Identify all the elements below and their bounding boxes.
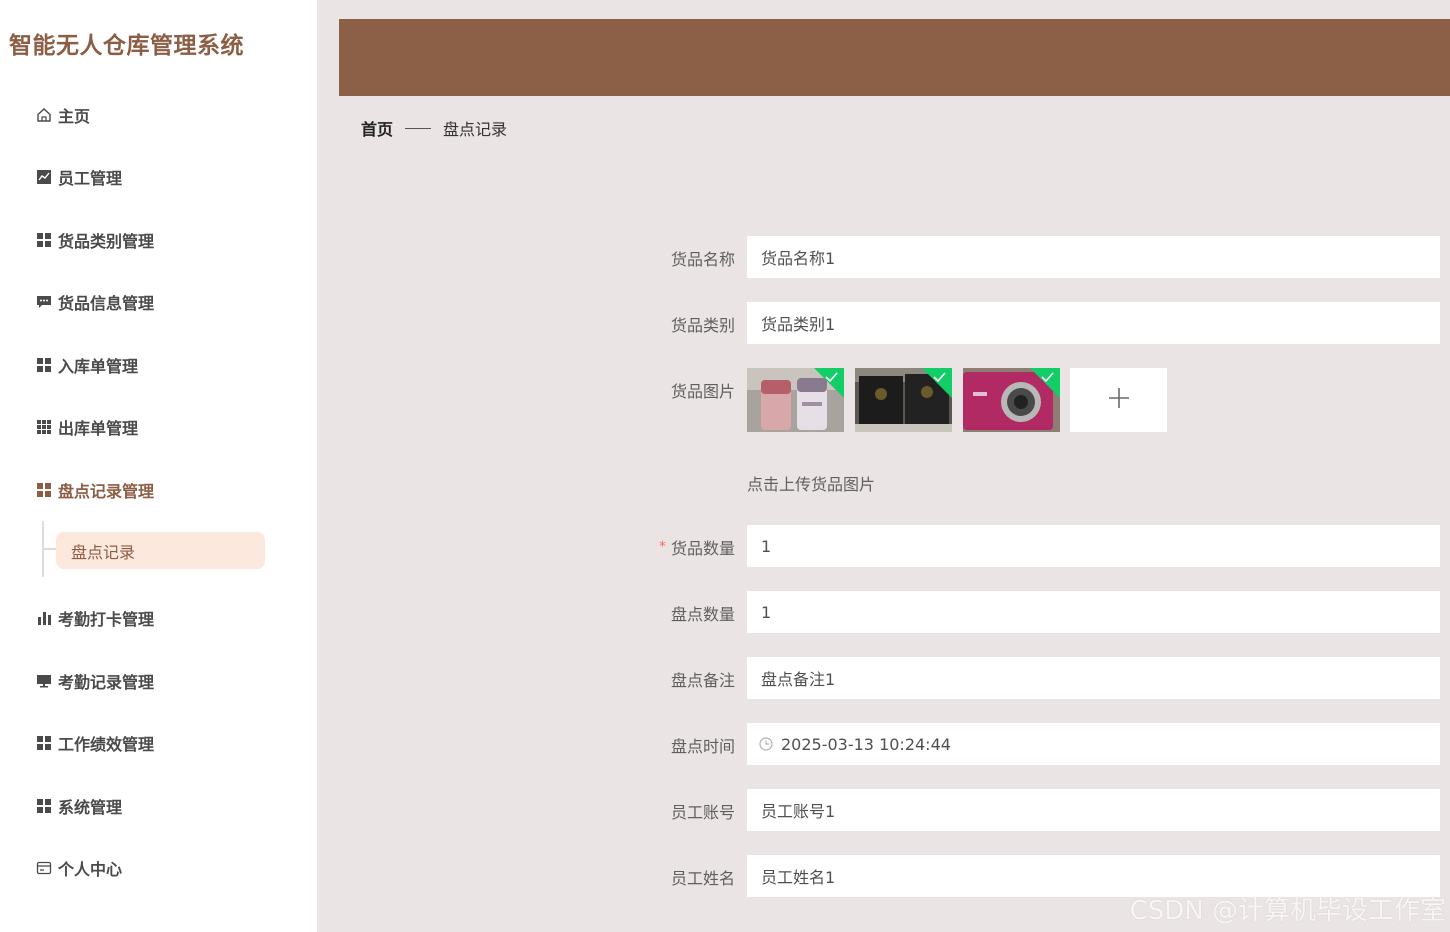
image-upload-button[interactable] xyxy=(1070,368,1167,432)
goods-name-label: 货品名称 xyxy=(670,250,735,269)
home-icon xyxy=(36,107,52,123)
sidebar-item-goods-info[interactable]: 货品信息管理 xyxy=(36,290,154,314)
sidebar-item-employee[interactable]: 员工管理 xyxy=(36,165,122,189)
goods-image-thumb[interactable] xyxy=(963,368,1060,432)
grid9-icon xyxy=(36,419,52,435)
check-quantity-input[interactable]: 1 xyxy=(747,591,1440,633)
goods-name-value: 货品名称1 xyxy=(761,249,836,268)
employee-account-label: 员工账号 xyxy=(670,803,735,822)
check-remark-value: 盘点备注1 xyxy=(761,670,836,689)
sidebar-item-label: 个人中心 xyxy=(58,860,123,879)
employee-account-input[interactable]: 员工账号1 xyxy=(747,789,1440,831)
breadcrumb-current: 盘点记录 xyxy=(443,120,508,139)
watermark: CSDN @计算机毕设工作室 xyxy=(1129,896,1446,926)
sidebar-item-home[interactable]: 主页 xyxy=(36,103,90,127)
sidebar-item-label: 系统管理 xyxy=(58,798,123,817)
sidebar-item-label: 员工管理 xyxy=(58,169,123,188)
employee-name-label: 员工姓名 xyxy=(670,869,735,888)
sidebar-item-label: 盘点记录管理 xyxy=(58,482,155,501)
breadcrumb-separator xyxy=(405,127,432,129)
goods-quantity-input[interactable]: 1 xyxy=(747,525,1440,567)
grid-icon xyxy=(36,482,52,498)
employee-account-value: 员工账号1 xyxy=(761,802,836,821)
goods-category-value: 货品类别1 xyxy=(761,315,836,334)
header-banner xyxy=(339,19,1450,96)
grid-icon xyxy=(36,798,52,814)
check-time-picker[interactable]: 2025-03-13 10:24:44 xyxy=(747,723,1440,765)
clock-icon xyxy=(759,737,773,751)
grid-icon xyxy=(36,232,52,248)
goods-quantity-label: * 货品数量 xyxy=(659,535,735,559)
check-remark-input[interactable]: 盘点备注1 xyxy=(747,657,1440,699)
breadcrumb: 首页 盘点记录 xyxy=(361,116,507,140)
check-time-label: 盘点时间 xyxy=(670,737,735,756)
submenu-tick xyxy=(44,548,56,550)
sidebar-item-label: 货品信息管理 xyxy=(58,294,155,313)
sidebar-item-label: 出库单管理 xyxy=(58,419,139,438)
sidebar-item-label: 入库单管理 xyxy=(58,357,139,376)
cosmetics-photo-icon xyxy=(747,368,844,432)
camera-photo-icon xyxy=(963,368,1060,432)
breadcrumb-home[interactable]: 首页 xyxy=(361,116,393,140)
required-mark: * xyxy=(658,539,666,555)
sidebar-item-inbound[interactable]: 入库单管理 xyxy=(36,353,138,377)
goods-image-label: 货品图片 xyxy=(670,382,735,401)
grid-icon xyxy=(36,357,52,373)
upload-tip: 点击上传货品图片 xyxy=(747,475,876,494)
goods-category-input[interactable]: 货品类别1 xyxy=(747,302,1440,344)
sidebar-item-system[interactable]: 系统管理 xyxy=(36,794,122,818)
plus-icon xyxy=(1108,387,1130,413)
sidebar-item-label: 考勤记录管理 xyxy=(58,673,155,692)
speaker-photo-icon xyxy=(855,368,952,432)
sidebar-item-performance[interactable]: 工作绩效管理 xyxy=(36,731,154,755)
sidebar-item-profile[interactable]: 个人中心 xyxy=(36,856,122,880)
bar-chart-icon xyxy=(36,610,52,626)
goods-category-label: 货品类别 xyxy=(670,316,735,335)
app-title: 智能无人仓库管理系统 xyxy=(9,33,244,59)
goods-name-input[interactable]: 货品名称1 xyxy=(747,236,1440,278)
card-icon xyxy=(36,860,52,876)
goods-image-thumb[interactable] xyxy=(855,368,952,432)
sidebar-item-inventory-check[interactable]: 盘点记录管理 xyxy=(36,478,154,502)
check-remark-label: 盘点备注 xyxy=(670,671,735,690)
sidebar: 智能无人仓库管理系统 主页 员工管理 货品类别管理 货品信息管理 入库单管理 出… xyxy=(0,0,317,932)
goods-quantity-value: 1 xyxy=(761,536,772,556)
check-time-value: 2025-03-13 10:24:44 xyxy=(781,734,951,754)
chart-icon xyxy=(36,169,52,185)
sidebar-item-goods-category[interactable]: 货品类别管理 xyxy=(36,228,154,252)
employee-name-value: 员工姓名1 xyxy=(761,868,836,887)
sidebar-item-outbound[interactable]: 出库单管理 xyxy=(36,415,138,439)
sidebar-item-label: 工作绩效管理 xyxy=(58,735,155,754)
goods-image-thumb[interactable] xyxy=(747,368,844,432)
check-quantity-value: 1 xyxy=(761,602,772,622)
monitor-icon xyxy=(36,673,52,689)
message-icon xyxy=(36,294,52,310)
check-quantity-label: 盘点数量 xyxy=(670,605,735,624)
sidebar-item-label: 考勤打卡管理 xyxy=(58,610,155,629)
grid-icon xyxy=(36,735,52,751)
goods-quantity-label-text: 货品数量 xyxy=(670,539,735,558)
sidebar-item-label: 货品类别管理 xyxy=(58,232,155,251)
sidebar-subitem-check-record[interactable]: 盘点记录 xyxy=(56,532,265,569)
sidebar-item-label: 主页 xyxy=(58,107,91,126)
sidebar-item-attendance-record[interactable]: 考勤记录管理 xyxy=(36,669,154,693)
sidebar-item-attendance-punch[interactable]: 考勤打卡管理 xyxy=(36,606,154,630)
